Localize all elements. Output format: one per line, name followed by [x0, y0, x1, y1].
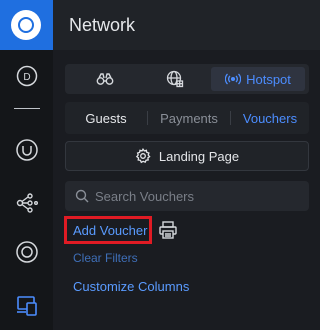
globe-grid-icon: [166, 70, 184, 88]
segment-hotspot-label: Hotspot: [246, 71, 291, 87]
tab-vouchers[interactable]: Vouchers: [231, 102, 309, 134]
landing-page-button[interactable]: Landing Page: [65, 141, 309, 171]
gear-icon: [135, 148, 151, 164]
tab-payments[interactable]: Payments: [148, 102, 230, 134]
binoculars-icon: [96, 73, 114, 85]
add-voucher-link[interactable]: Add Voucher: [73, 223, 147, 238]
search-icon: [75, 189, 89, 203]
segment-hotspot[interactable]: Hotspot: [211, 67, 305, 91]
topology-icon[interactable]: [15, 191, 39, 215]
ubiquiti-u-icon[interactable]: [15, 138, 39, 162]
logo-button[interactable]: [0, 0, 53, 50]
customize-columns-link[interactable]: Customize Columns: [73, 279, 189, 294]
sidebar-divider: [14, 108, 40, 109]
hotspot-broadcast-icon: [225, 73, 242, 85]
dashboard-icon[interactable]: D: [15, 64, 39, 88]
devices-target-icon[interactable]: [15, 240, 39, 264]
sidebar: D: [0, 0, 54, 330]
header: Network: [53, 0, 320, 51]
segment-insights[interactable]: [69, 67, 141, 91]
section-switcher: Hotspot: [65, 64, 309, 94]
main-content: Hotspot Guests Payments Vouchers Landing…: [53, 50, 320, 330]
page-title: Network: [69, 15, 136, 35]
clear-filters-link[interactable]: Clear Filters: [73, 251, 138, 265]
segment-internet[interactable]: [141, 67, 209, 91]
svg-text:D: D: [23, 72, 30, 83]
tab-bar: Guests Payments Vouchers: [65, 102, 309, 134]
print-icon[interactable]: [158, 220, 178, 245]
landing-page-label: Landing Page: [158, 148, 240, 164]
client-devices-icon[interactable]: [15, 294, 39, 318]
search-input[interactable]: [95, 181, 300, 211]
logo-icon: [11, 10, 41, 40]
tab-guests[interactable]: Guests: [65, 102, 147, 134]
search-box: [65, 181, 309, 211]
